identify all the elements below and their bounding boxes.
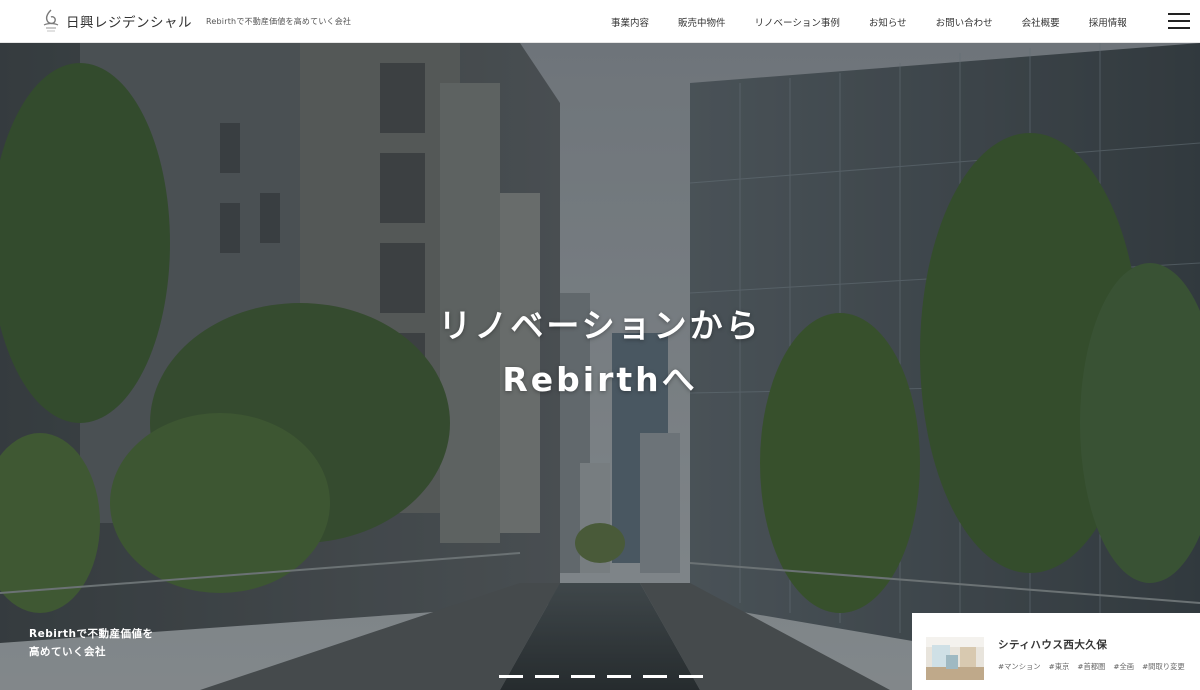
featured-property-card[interactable]: シティハウス西大久保 #マンション #東京 #首都圏 #全画 #間取り変更 — [912, 613, 1200, 690]
nav-item-properties-for-sale[interactable]: 販売中物件 — [678, 15, 726, 29]
nav-item-company[interactable]: 会社概要 — [1022, 15, 1060, 29]
slider-dot[interactable] — [535, 675, 559, 678]
slider-dot[interactable] — [643, 675, 667, 678]
logo[interactable]: 日興レジデンシャル — [40, 0, 192, 43]
property-tag[interactable]: #東京 — [1049, 662, 1070, 672]
main-nav: 事業内容 販売中物件 リノベーション事例 お知らせ お問い合わせ 会社概要 採用… — [611, 0, 1156, 43]
nav-item-business[interactable]: 事業内容 — [611, 15, 649, 29]
property-tag[interactable]: #マンション — [998, 662, 1041, 672]
site-header: 日興レジデンシャル Rebirthで不動産価値を高めていく会社 事業内容 販売中… — [0, 0, 1200, 43]
property-tag[interactable]: #間取り変更 — [1142, 662, 1185, 672]
hero-title-line1: リノベーションから — [438, 306, 762, 345]
property-thumbnail — [926, 637, 984, 680]
hero-subtitle-line2: 高めていく会社 — [29, 646, 106, 658]
property-tags: #マンション #東京 #首都圏 #全画 #間取り変更 — [998, 662, 1193, 672]
property-tag[interactable]: #首都圏 — [1077, 662, 1105, 672]
property-title: シティハウス西大久保 — [998, 639, 1108, 651]
hero-title-line2: Rebirthへ — [502, 360, 698, 399]
property-tag[interactable]: #全画 — [1113, 662, 1134, 672]
nav-item-news[interactable]: お知らせ — [869, 15, 907, 29]
header-tagline: Rebirthで不動産価値を高めていく会社 — [206, 16, 352, 26]
slider-dot[interactable] — [607, 675, 631, 678]
hero-subtitle-line1: Rebirthで不動産価値を — [29, 628, 154, 640]
nav-item-contact[interactable]: お問い合わせ — [936, 15, 993, 29]
logo-text: 日興レジデンシャル — [66, 15, 192, 31]
menu-icon[interactable] — [1168, 13, 1190, 29]
nav-item-careers[interactable]: 採用情報 — [1089, 15, 1127, 29]
slider-dot[interactable] — [679, 675, 703, 678]
nav-item-renovation-cases[interactable]: リノベーション事例 — [755, 15, 840, 29]
slider-pagination — [499, 675, 715, 678]
slider-dot[interactable] — [499, 675, 523, 678]
hero-slider: リノベーションから Rebirthへ Rebirthで不動産価値を 高めていく会… — [0, 43, 1200, 690]
logo-icon — [40, 8, 62, 34]
slider-dot[interactable] — [571, 675, 595, 678]
